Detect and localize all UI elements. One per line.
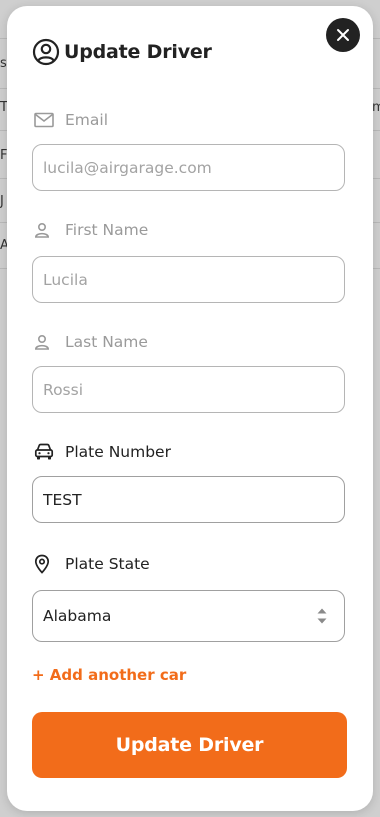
modal-title: Update Driver: [64, 41, 212, 63]
plate-state-select[interactable]: Alabama: [32, 590, 345, 642]
bg-text-fragment: s: [0, 56, 7, 71]
modal-header: Update Driver: [32, 38, 212, 66]
update-driver-button[interactable]: Update Driver: [32, 712, 347, 778]
person-icon: [34, 332, 56, 352]
last-name-field[interactable]: Rossi: [32, 366, 345, 413]
add-another-car-link[interactable]: + Add another car: [32, 666, 186, 684]
email-field[interactable]: lucila@airgarage.com: [32, 144, 345, 191]
first-name-field[interactable]: Lucila: [32, 256, 345, 303]
location-pin-icon: [34, 554, 56, 574]
mail-icon: [34, 110, 56, 130]
user-circle-icon: [32, 38, 60, 66]
email-label: Email: [34, 110, 108, 130]
plate-state-value: Alabama: [43, 607, 112, 625]
update-driver-modal: Update Driver Email lucila@airgarage.com…: [7, 6, 373, 811]
plate-number-label: Plate Number: [34, 442, 171, 462]
person-icon: [34, 220, 56, 240]
email-value: lucila@airgarage.com: [43, 158, 212, 177]
close-button[interactable]: [326, 18, 360, 52]
select-arrows-icon: [314, 606, 330, 626]
first-name-label: First Name: [34, 220, 148, 240]
car-icon: [34, 442, 56, 462]
plate-number-field[interactable]: TEST: [32, 476, 345, 523]
plate-state-label: Plate State: [34, 554, 150, 574]
bg-text-fragment: J: [0, 194, 4, 209]
close-icon: [337, 29, 349, 41]
last-name-value: Rossi: [43, 380, 84, 399]
plate-number-value: TEST: [43, 490, 82, 509]
bg-text-fragment: m: [372, 100, 380, 115]
first-name-value: Lucila: [43, 270, 88, 289]
last-name-label: Last Name: [34, 332, 148, 352]
